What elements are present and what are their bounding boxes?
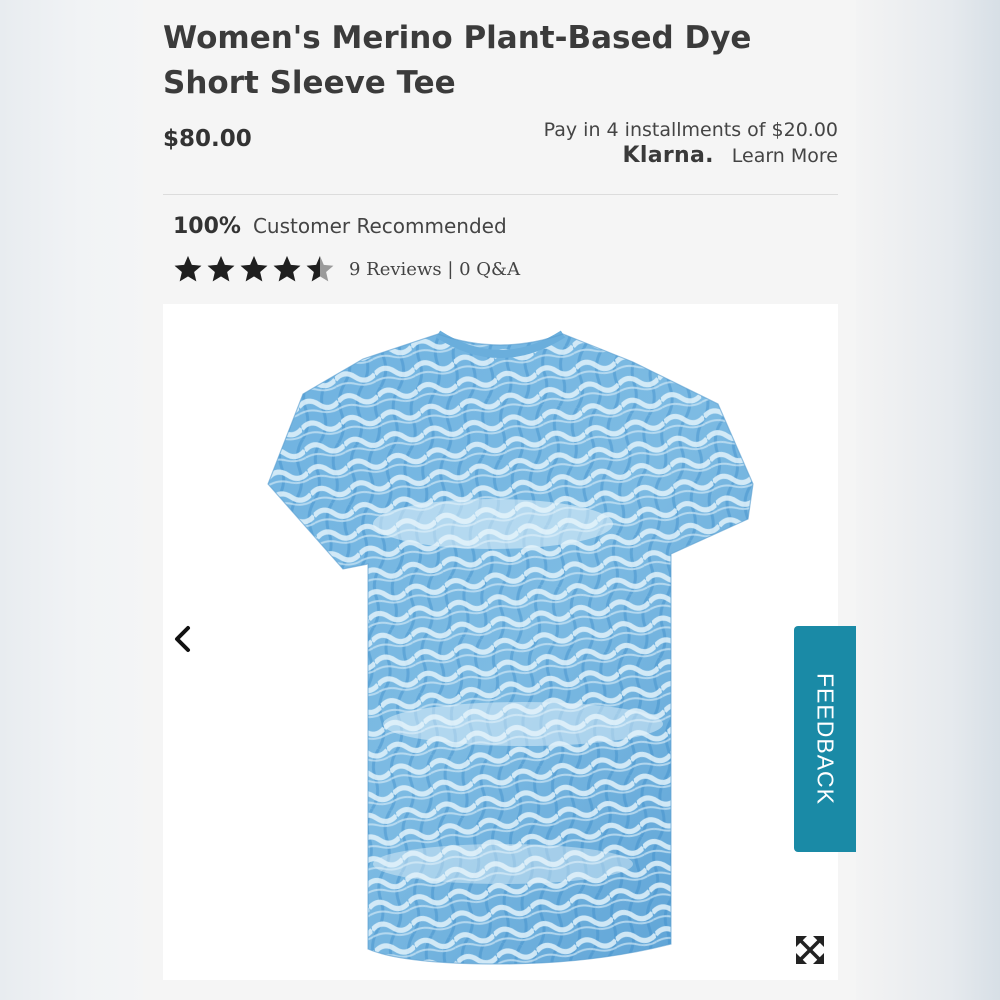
divider: [163, 194, 838, 195]
star-full-icon: [174, 256, 202, 282]
star-half-icon: [306, 256, 334, 282]
expand-arrows-icon[interactable]: [794, 934, 826, 966]
star-full-icon: [240, 256, 268, 282]
product-image-gallery: [163, 304, 838, 980]
feedback-label: FEEDBACK: [812, 673, 839, 805]
klarna-row: Klarna. Learn More: [544, 143, 839, 169]
star-full-icon: [273, 256, 301, 282]
recommend-label: Customer Recommended: [252, 214, 507, 238]
klarna-logo: Klarna.: [622, 143, 714, 168]
klarna-installments: Pay in 4 installments of $20.00 Klarna. …: [544, 117, 838, 169]
chevron-left-icon[interactable]: [168, 622, 198, 656]
star-full-icon: [207, 256, 235, 282]
star-rating[interactable]: [173, 254, 335, 284]
product-price: $80.00: [163, 126, 252, 152]
reviews-qa-link[interactable]: 9 Reviews | 0 Q&A: [349, 259, 520, 280]
rating-row: 9 Reviews | 0 Q&A: [173, 254, 520, 284]
recommend-percent: 100%: [173, 214, 241, 239]
product-title: Women's Merino Plant-Based Dye Short Sle…: [163, 20, 752, 101]
product-image[interactable]: [163, 304, 838, 980]
customer-recommended: 100% Customer Recommended: [173, 214, 507, 239]
feedback-tab[interactable]: FEEDBACK: [794, 626, 856, 852]
learn-more-link[interactable]: Learn More: [732, 143, 838, 169]
installments-text: Pay in 4 installments of $20.00: [543, 119, 838, 141]
product-page: Women's Merino Plant-Based Dye Short Sle…: [143, 0, 856, 1000]
